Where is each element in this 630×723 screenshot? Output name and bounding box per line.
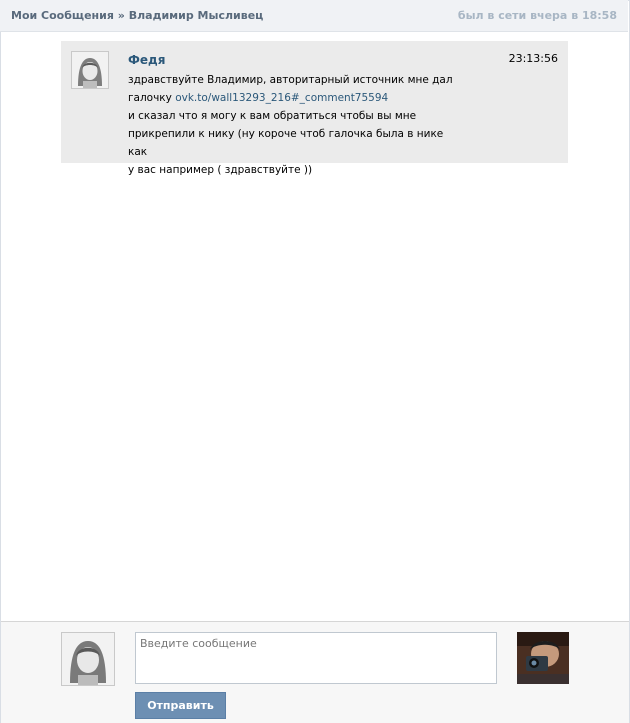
message-line: здравствуйте Владимир, авторитарный исто… [128,74,453,86]
message-line: у вас например ( здравствуйте )) [128,164,313,176]
message-link[interactable]: ovk.to/wall13293_216#_comment75594 [175,92,388,104]
man-with-camera-avatar-icon[interactable] [517,632,569,684]
send-button[interactable]: Отправить [135,692,226,719]
breadcrumb-contact-name[interactable]: Владимир Мысливец [129,9,264,22]
dialog-header: Мои Сообщения » Владимир Мысливец был в … [0,0,628,32]
message-author[interactable]: Федя [128,53,165,67]
message-item: Федя 23:13:56 здравствуйте Владимир, авт… [61,41,568,176]
message-line: и сказал что я могу к вам обратиться что… [128,110,417,122]
anime-girl-avatar-icon[interactable] [61,632,115,686]
message-text: здравствуйте Владимир, авторитарный исто… [128,71,458,179]
breadcrumb: Мои Сообщения » Владимир Мысливец [11,9,263,22]
message-input[interactable] [135,632,497,684]
message-line: галочку ovk.to/wall13293_216#_comment755… [128,89,458,107]
message-composer: Отправить [1,621,629,723]
message-line-text: галочку [128,92,176,104]
breadcrumb-my-messages[interactable]: Мои Сообщения [11,9,114,22]
message-line: прикрепили к нику (ну короче чтоб галочк… [128,128,444,158]
breadcrumb-separator: » [117,9,125,22]
message-time: 23:13:56 [508,52,558,65]
last-seen-status: был в сети вчера в 18:58 [457,9,617,22]
anime-girl-avatar-icon[interactable] [71,51,109,89]
